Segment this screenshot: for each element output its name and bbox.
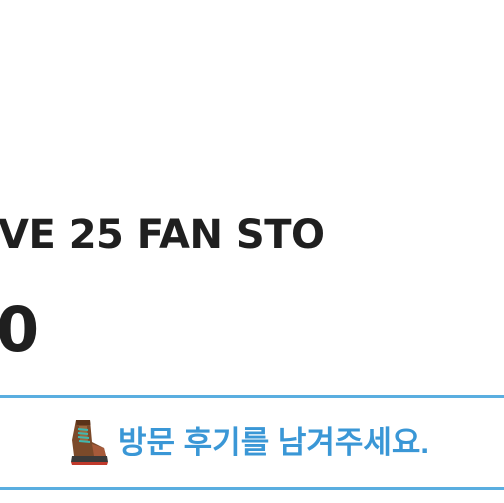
review-button-content: 방문 후기를 남겨주세요.: [66, 418, 429, 468]
hiking-boot-icon: [66, 418, 110, 468]
write-review-button[interactable]: 방문 후기를 남겨주세요.: [0, 395, 504, 490]
review-button-label: 방문 후기를 남겨주세요.: [118, 425, 430, 460]
store-name: VE 25 FAN STO: [0, 212, 325, 258]
page: VE 25 FAN STO 0 방문 후기를 남겨주세요.: [0, 0, 504, 503]
store-value: 0: [0, 293, 39, 366]
